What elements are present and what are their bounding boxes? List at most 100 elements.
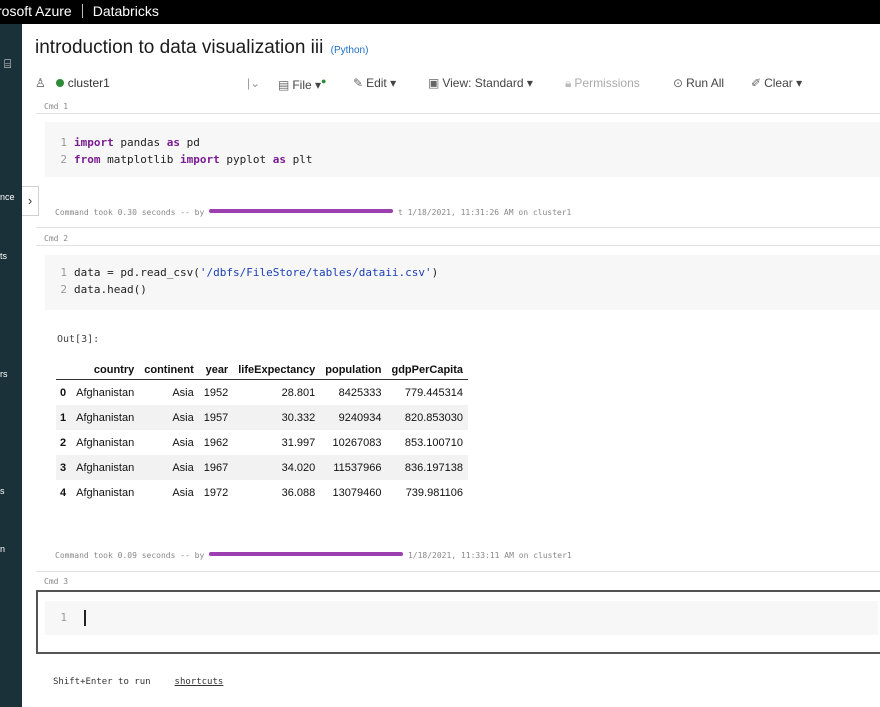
table-cell: 836.197138 — [386, 455, 468, 480]
cluster-status-icon — [55, 79, 64, 87]
code-line[interactable]: 1 data = pd.read_csv('/dbfs/FileStore/tab… — [45, 265, 438, 281]
view-menu-button[interactable]: ▣ View: Standard ▾ — [428, 76, 533, 90]
code-token: matplotlib — [100, 153, 180, 166]
code-keyword: from — [74, 153, 101, 166]
view-icon: ▣ — [428, 76, 440, 90]
sidebar-item-fragment[interactable]: nce — [0, 192, 15, 202]
row-index: 4 — [60, 486, 67, 499]
cell-divider — [36, 571, 880, 572]
table-cell: 1972 — [203, 486, 229, 499]
cluster-icon: ♙ — [35, 76, 46, 90]
cluster-dropdown-chevron-icon[interactable]: |⌄ — [247, 76, 260, 90]
table-cell: Afghanistan — [76, 436, 135, 449]
sidebar-item-fragment[interactable]: ts — [0, 251, 7, 261]
clear-menu-button[interactable]: ✐ Clear ▾ — [751, 76, 802, 90]
code-string: '/dbfs/FileStore/tables/dataii.csv' — [199, 266, 432, 279]
file-icon: ▤ — [278, 78, 290, 92]
brand-azure: rosoft Azure — [0, 3, 72, 19]
cell-label: Cmd 3 — [44, 577, 69, 586]
brand-databricks: Databricks — [92, 3, 159, 19]
table-cell: Asia — [172, 486, 194, 499]
footer-hint: Shift+Enter to run shortcuts — [53, 677, 223, 687]
brand[interactable]: rosoft Azure Databricks — [0, 3, 159, 19]
row-index: 1 — [56, 405, 72, 430]
table-cell: 13079460 — [332, 486, 382, 499]
code-line[interactable]: 2 from matplotlib import pyplot as plt — [45, 152, 312, 168]
table-cell: 31.997 — [281, 436, 316, 449]
table-cell: 779.445314 — [404, 386, 463, 399]
column-header: lifeExpectancy — [233, 361, 321, 380]
table-row: 2 Afghanistan Asia 1962 31.997 10267083 853.10… — [56, 430, 468, 455]
column-header: year — [198, 361, 234, 380]
run-all-button[interactable]: ⊙ Run All — [673, 76, 724, 90]
play-icon: ⊙ — [673, 76, 684, 90]
command-status-time: t 1/18/2021, 11:31:26 AM on cluster1 — [397, 208, 572, 217]
table-cell: Asia — [172, 436, 194, 449]
line-number: 1 — [60, 266, 67, 279]
sidebar-collapse-chevron-icon[interactable]: › — [22, 186, 39, 216]
shortcuts-link[interactable]: shortcuts — [175, 677, 224, 687]
table-cell: 9240934 — [320, 405, 387, 430]
column-header: continent — [139, 361, 199, 380]
cell-label: Cmd 2 — [44, 234, 69, 243]
sidebar: ⌸ nce ts rs s n — [0, 24, 22, 707]
table-cell: 853.100710 — [404, 436, 463, 449]
run-all-label: Run All — [686, 76, 725, 90]
code-token: ) — [431, 266, 439, 279]
view-menu-label: View: Standard — [442, 76, 524, 90]
code-keyword: import — [179, 153, 220, 166]
row-index: 0 — [60, 386, 67, 399]
row-index: 2 — [60, 436, 67, 449]
file-status-dot-icon: ● — [321, 76, 327, 86]
sidebar-item-fragment[interactable]: rs — [0, 369, 8, 379]
code-token: pandas — [113, 136, 167, 149]
code-token: data.head() — [74, 283, 147, 296]
column-header: gdpPerCapita — [386, 361, 468, 380]
redacted-user — [209, 552, 404, 556]
row-index: 3 — [56, 455, 72, 480]
table-cell: 1952 — [203, 386, 229, 399]
column-header — [56, 361, 72, 380]
permissions-button[interactable]: 🔒︎ Permissions — [565, 76, 640, 91]
permissions-label: Permissions — [574, 76, 640, 90]
file-menu-button[interactable]: ▤ File ▾● — [278, 76, 326, 92]
line-number: 1 — [60, 136, 67, 149]
output-label: Out[3]: — [57, 334, 100, 345]
eraser-icon: ✐ — [751, 76, 762, 90]
edit-menu-label: Edit — [366, 76, 387, 90]
sidebar-home-icon[interactable]: ⌸ — [4, 57, 11, 72]
notebook-language[interactable]: (Python) — [331, 45, 369, 56]
code-line[interactable]: 2 data.head() — [45, 282, 147, 298]
command-status-time: 1/18/2021, 11:33:11 AM on cluster1 — [407, 551, 572, 560]
edit-menu-button[interactable]: ✎ Edit ▾ — [353, 76, 396, 90]
table-cell: Afghanistan — [71, 405, 140, 430]
code-keyword: as — [272, 153, 286, 166]
sidebar-item-fragment[interactable]: s — [0, 486, 5, 496]
table-cell: 1967 — [198, 455, 234, 480]
table-cell: Afghanistan — [76, 386, 135, 399]
lock-icon: 🔒︎ — [565, 76, 572, 90]
table-cell: Asia — [139, 405, 199, 430]
brand-divider — [81, 4, 83, 18]
table-row: 4 Afghanistan Asia 1972 36.088 13079460 739.98… — [56, 480, 468, 505]
column-header: population — [320, 361, 387, 380]
code-line[interactable]: 1 — [45, 610, 74, 626]
command-status: Command took 0.09 seconds -- by 1/18/202… — [55, 551, 572, 560]
table-cell: 11537966 — [320, 455, 387, 480]
redacted-user — [209, 209, 394, 213]
notebook-title[interactable]: introduction to data visualization iii (… — [35, 37, 368, 59]
sidebar-item-fragment[interactable]: n — [0, 544, 5, 554]
table-row: 3 Afghanistan Asia 1967 34.020 11537966 836.19… — [56, 455, 468, 480]
command-status-text: Command took 0.09 seconds -- by — [55, 551, 205, 560]
line-number: 2 — [60, 153, 67, 166]
notebook-title-text[interactable]: introduction to data visualization iii — [35, 37, 323, 58]
cluster-selector[interactable]: ♙ cluster1 — [35, 76, 110, 90]
code-line[interactable]: 1 import pandas as pd — [45, 135, 200, 151]
code-cell[interactable]: 1 data = pd.read_csv('/dbfs/FileStore/tab… — [45, 255, 880, 310]
file-menu-label: File — [292, 78, 312, 92]
table-row: 1 Afghanistan Asia 1957 30.332 9240934 820.853… — [56, 405, 468, 430]
code-cell[interactable]: 1 — [45, 601, 878, 635]
table-cell: 34.020 — [233, 455, 321, 480]
code-token: pd — [179, 136, 200, 149]
code-cell[interactable]: 1 import pandas as pd 2 from matplotlib im… — [45, 122, 880, 177]
